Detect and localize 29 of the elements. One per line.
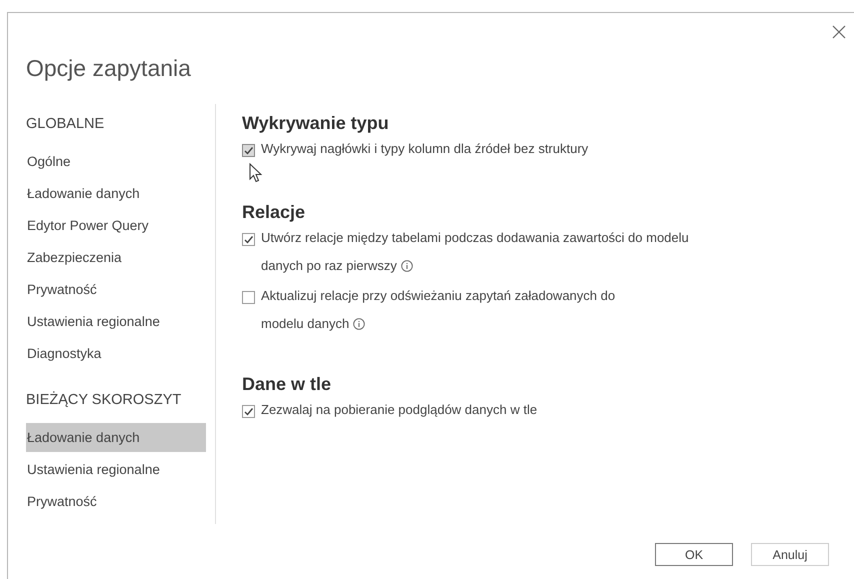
checkbox[interactable] bbox=[242, 291, 255, 304]
sidebar-item[interactable]: Zabezpieczenia bbox=[26, 243, 206, 272]
checkbox[interactable] bbox=[242, 405, 255, 418]
close-icon[interactable] bbox=[832, 25, 846, 39]
sidebar-item[interactable]: Prywatność bbox=[26, 487, 206, 516]
sidebar-item[interactable]: Ustawienia regionalne bbox=[26, 307, 206, 336]
checkbox-label: Aktualizuj relacje przy odświeżaniu zapytań załadowanych do modelu danych bbox=[261, 287, 616, 333]
dialog-title: Opcje zapytania bbox=[26, 54, 192, 82]
section-heading: Wykrywanie typu bbox=[242, 112, 390, 135]
ok-button[interactable]: OK bbox=[655, 543, 733, 566]
sidebar-item[interactable]: Ładowanie danych bbox=[26, 179, 206, 208]
sidebar-item[interactable]: Edytor Power Query bbox=[26, 211, 206, 240]
section-heading: Dane w tle bbox=[242, 373, 332, 396]
sidebar-item[interactable]: Diagnostyka bbox=[26, 339, 206, 368]
checkbox[interactable] bbox=[242, 233, 255, 246]
sidebar-item[interactable]: Prywatność bbox=[26, 275, 206, 304]
sidebar-item[interactable]: Ustawienia regionalne bbox=[26, 455, 206, 484]
sidebar-item[interactable]: Ogólne bbox=[26, 147, 206, 176]
info-icon[interactable] bbox=[353, 318, 366, 330]
checkbox-label: Zezwalaj na pobieranie podglądów danych w tle bbox=[261, 401, 538, 419]
checkbox-label: Wykrywaj nagłówki i typy kolumn dla źródeł bez struktury bbox=[261, 140, 588, 158]
sidebar-item[interactable]: Ładowanie danych bbox=[26, 423, 206, 452]
info-icon[interactable] bbox=[400, 260, 413, 272]
checkbox-label: Utwórz relacje między tabelami podczas dodawania zawartości do modelu danych po raz pierwszy bbox=[261, 229, 689, 275]
sidebar-heading: BIEŻĄCY SKOROSZYT bbox=[26, 390, 182, 410]
cancel-button[interactable]: Anuluj bbox=[751, 543, 829, 566]
section-heading: Relacje bbox=[242, 201, 306, 224]
checkbox[interactable] bbox=[242, 144, 255, 157]
sidebar-heading: GLOBALNE bbox=[26, 115, 106, 134]
